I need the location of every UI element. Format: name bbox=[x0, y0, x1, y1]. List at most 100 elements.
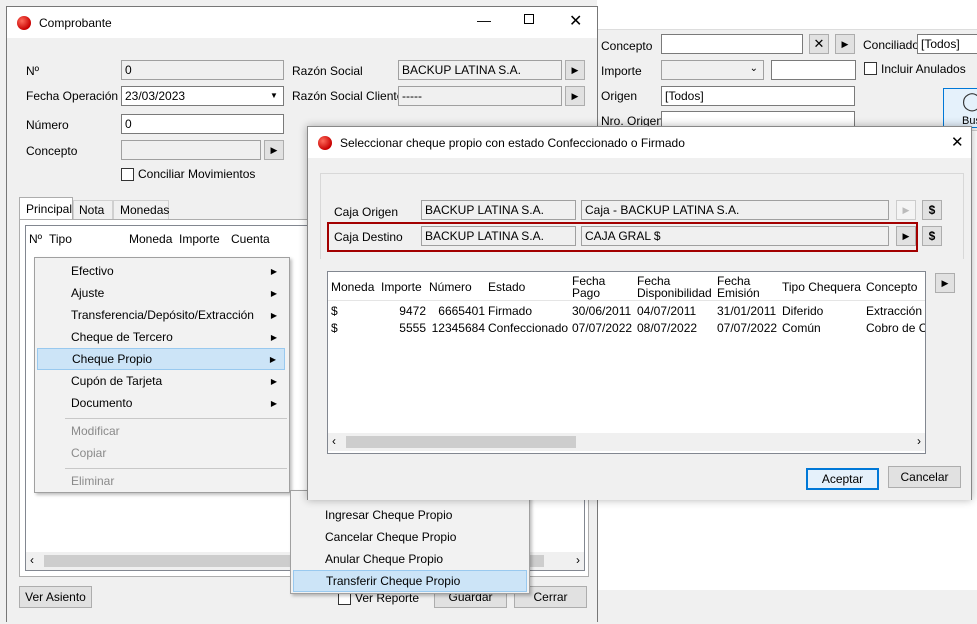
col-header-line1: Concepto bbox=[866, 280, 918, 294]
submenu-item-anular[interactable]: Anular Cheque Propio bbox=[293, 548, 527, 570]
scroll-right-icon[interactable]: › bbox=[576, 553, 580, 567]
menu-item-transferencia[interactable]: Transferencia/Depósito/Extracción ▶ bbox=[37, 304, 285, 326]
seleccionar-cheque-dialog: Seleccionar cheque propio con estado Con… bbox=[307, 126, 972, 500]
cell-tipo-chequera: Diferido bbox=[782, 304, 824, 318]
menu-item-cheque-tercero[interactable]: Cheque de Tercero ▶ bbox=[37, 326, 285, 348]
col-header-line1: Moneda bbox=[331, 280, 375, 294]
submenu-item-ingresar[interactable]: Ingresar Cheque Propio bbox=[293, 504, 527, 526]
cell-estado: Firmado bbox=[488, 304, 533, 318]
cancelar-label: Cancelar bbox=[900, 470, 949, 484]
submenu-arrow-icon: ▶ bbox=[270, 266, 277, 276]
menu-item-documento[interactable]: Documento ▶ bbox=[37, 392, 285, 414]
caja-destino-caja-field: CAJA GRAL $ bbox=[581, 226, 889, 246]
cell-estado: Confeccionado bbox=[488, 321, 569, 335]
caja-origen-caja-field: Caja - BACKUP LATINA S.A. bbox=[581, 200, 889, 220]
scroll-left-icon[interactable]: ‹ bbox=[30, 553, 34, 567]
table-row[interactable]: $ 9472 6665401 Firmado 30/06/2011 04/07/… bbox=[328, 303, 925, 320]
bg-conciliado-field[interactable]: [Todos] bbox=[917, 34, 977, 54]
col-estado: Estado bbox=[488, 281, 525, 293]
grid-scroll-right-button[interactable]: ▶ bbox=[935, 273, 955, 293]
submenu-arrow-icon: ▶ bbox=[270, 398, 277, 408]
caja-destino-label: Caja Destino bbox=[334, 230, 403, 244]
submenu-arrow-icon: ▶ bbox=[269, 354, 276, 364]
razon-social-label: Razón Social bbox=[292, 64, 363, 78]
razon-social-cliente-label: Razón Social Cliente bbox=[292, 89, 404, 103]
col-header-line1: Número bbox=[429, 280, 472, 294]
menu-item-label: Documento bbox=[71, 396, 133, 410]
submenu-arrow-icon: ▶ bbox=[270, 288, 277, 298]
tab-nota[interactable]: Nota bbox=[73, 200, 113, 220]
menu-item-cupon-tarjeta[interactable]: Cupón de Tarjeta ▶ bbox=[37, 370, 285, 392]
ver-asiento-button[interactable]: Ver Asiento bbox=[19, 586, 92, 608]
razon-social-select-button[interactable]: ▶ bbox=[565, 60, 585, 80]
dialog-title: Seleccionar cheque propio con estado Con… bbox=[340, 135, 685, 150]
menu-item-label: Cheque Propio bbox=[72, 352, 153, 366]
grid-header-cuenta: Cuenta bbox=[231, 232, 270, 246]
scroll-left-icon[interactable]: ‹ bbox=[332, 434, 336, 448]
caja-destino-select-button[interactable]: ▶ bbox=[896, 226, 916, 246]
bg-concepto-clear-button[interactable]: ✕ bbox=[809, 34, 829, 54]
maximize-icon[interactable] bbox=[524, 14, 534, 24]
tab-monedas[interactable]: Monedas bbox=[113, 200, 169, 220]
table-row[interactable]: $ 5555 12345684 Confeccionado 07/07/2022… bbox=[328, 320, 925, 337]
fecha-operacion-field[interactable]: 23/03/2023 bbox=[121, 86, 284, 106]
cancelar-button[interactable]: Cancelar bbox=[888, 466, 961, 488]
cheques-horizontal-scrollbar[interactable]: ‹ › bbox=[328, 433, 925, 451]
menu-item-ajuste[interactable]: Ajuste ▶ bbox=[37, 282, 285, 304]
scroll-thumb[interactable] bbox=[346, 436, 576, 448]
bg-concepto-field[interactable] bbox=[661, 34, 803, 54]
caja-origen-currency-button[interactable]: $ bbox=[922, 200, 942, 220]
bg-incluir-anulados-checkbox[interactable] bbox=[864, 62, 877, 75]
cell-concepto: Extracción d bbox=[866, 304, 925, 318]
app-logo-icon bbox=[17, 15, 31, 30]
col-moneda: Moneda bbox=[331, 281, 374, 293]
concepto-label: Concepto bbox=[26, 144, 78, 158]
menu-separator bbox=[65, 468, 287, 469]
bg-importe-field[interactable] bbox=[771, 60, 856, 80]
cell-numero: 6665401 bbox=[438, 304, 485, 318]
dialog-titlebar: Seleccionar cheque propio con estado Con… bbox=[308, 127, 971, 158]
menu-item-label: Eliminar bbox=[71, 474, 115, 488]
submenu-item-transferir[interactable]: Transferir Cheque Propio bbox=[293, 570, 527, 592]
background-titlebar bbox=[597, 0, 977, 30]
tab-principal-label: Principal bbox=[26, 202, 73, 216]
cell-moneda: $ bbox=[331, 321, 338, 335]
caja-destino-currency-button[interactable]: $ bbox=[922, 226, 942, 246]
cell-fecha-pago: 07/07/2022 bbox=[572, 321, 633, 335]
bg-origen-select[interactable]: [Todos] bbox=[661, 86, 855, 106]
razon-social-cliente-field: ----- bbox=[398, 86, 562, 106]
bg-importe-op-select[interactable]: ⌄ bbox=[661, 60, 764, 80]
col-header-line1: Estado bbox=[488, 280, 526, 294]
ver-asiento-label: Ver Asiento bbox=[25, 590, 86, 604]
col-tipo-chequera: Tipo Chequera bbox=[782, 281, 861, 293]
minimize-icon[interactable]: — bbox=[477, 12, 491, 28]
cheques-grid bbox=[327, 271, 926, 454]
submenu-item-cancelar[interactable]: Cancelar Cheque Propio bbox=[293, 526, 527, 548]
cerrar-label: Cerrar bbox=[533, 590, 568, 604]
bg-search-button[interactable]: ◯ Bus bbox=[943, 88, 977, 128]
submenu-item-label: Transferir Cheque Propio bbox=[326, 574, 461, 588]
conciliar-movimientos-checkbox[interactable] bbox=[121, 168, 134, 181]
aceptar-button[interactable]: Aceptar bbox=[806, 468, 879, 490]
caja-origen-label: Caja Origen bbox=[334, 205, 399, 219]
col-importe: Importe bbox=[381, 281, 422, 293]
tab-principal[interactable]: Principal bbox=[19, 197, 73, 220]
numero-field[interactable]: 0 bbox=[121, 114, 284, 134]
cell-fecha-disponibilidad: 04/07/2011 bbox=[637, 304, 697, 318]
cell-fecha-disponibilidad: 08/07/2022 bbox=[637, 321, 698, 335]
context-menu: Efectivo ▶ Ajuste ▶ Transferencia/Depósito… bbox=[34, 257, 290, 493]
close-icon[interactable]: ✕ bbox=[951, 133, 964, 151]
menu-item-cheque-propio[interactable]: Cheque Propio ▶ bbox=[37, 348, 285, 370]
menu-item-efectivo[interactable]: Efectivo ▶ bbox=[37, 260, 285, 282]
menu-item-label: Transferencia/Depósito/Extracción bbox=[71, 308, 254, 322]
razon-social-field: BACKUP LATINA S.A. bbox=[398, 60, 562, 80]
close-icon[interactable]: ✕ bbox=[569, 11, 582, 31]
concepto-select-button[interactable]: ▶ bbox=[264, 140, 284, 160]
bg-concepto-arrow-button[interactable]: ▶ bbox=[835, 34, 855, 54]
cell-moneda: $ bbox=[331, 304, 338, 318]
razon-social-cliente-select-button[interactable]: ▶ bbox=[565, 86, 585, 106]
scroll-right-icon[interactable]: › bbox=[917, 434, 921, 448]
currency-symbol: $ bbox=[928, 203, 936, 217]
nro-field: 0 bbox=[121, 60, 284, 80]
calendar-dropdown-icon[interactable]: ▼ bbox=[270, 91, 278, 100]
